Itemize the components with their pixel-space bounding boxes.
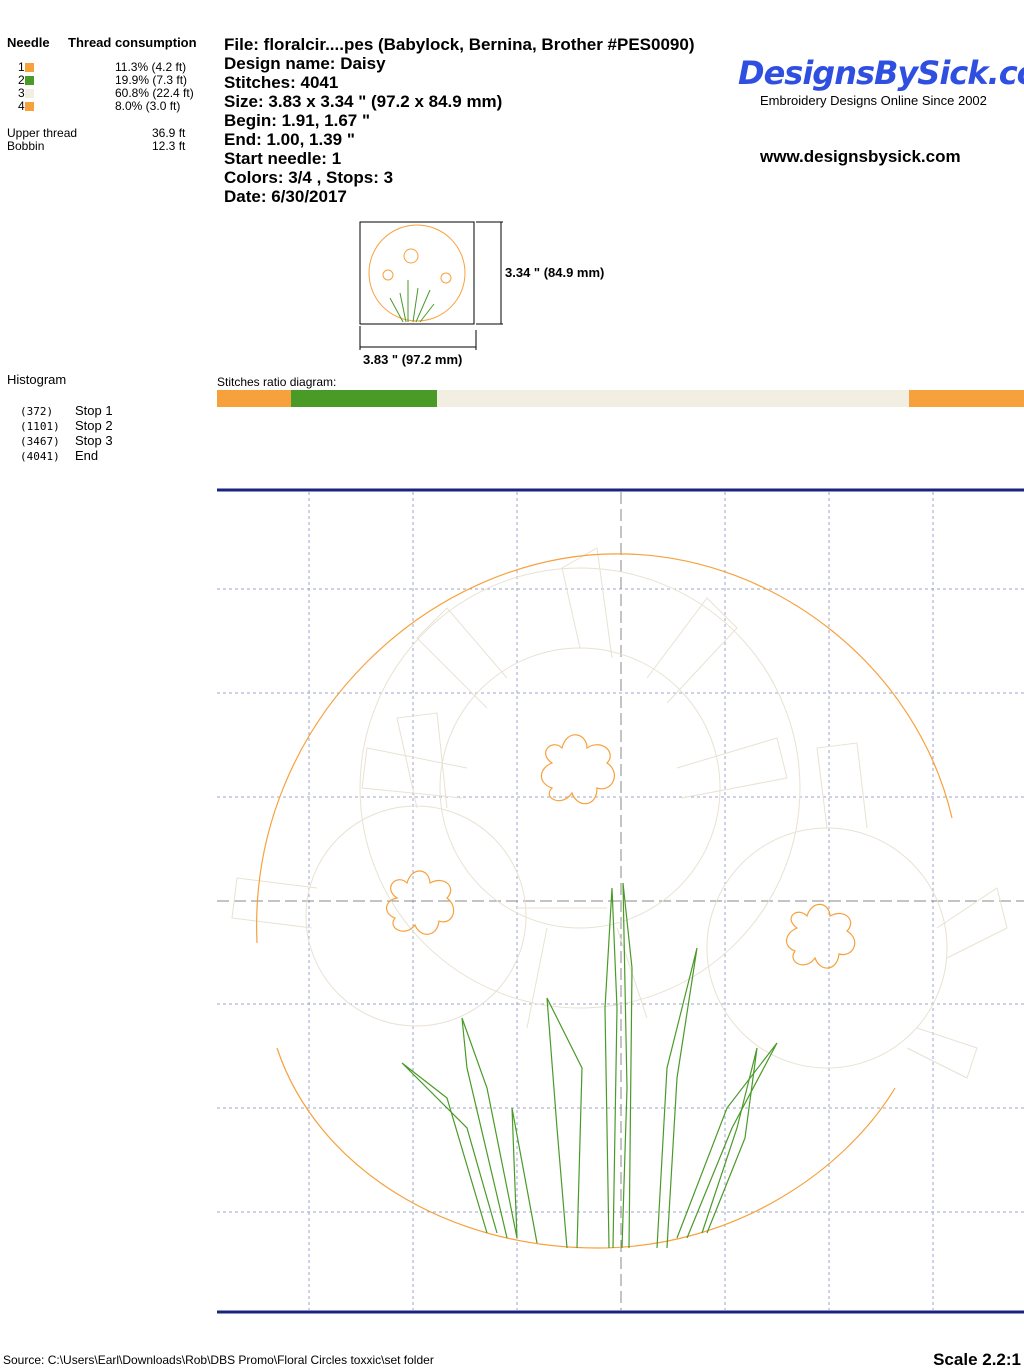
- needle-row: 4 8.0% (3.0 ft): [18, 99, 181, 113]
- brand-logo: DesignsBySick.com: [738, 54, 1024, 92]
- stitches-ratio-bar: [217, 390, 1024, 407]
- width-dimension: 3.83 " (97.2 mm): [363, 352, 463, 367]
- brand-tagline: Embroidery Designs Online Since 2002: [760, 93, 987, 108]
- ratio-segment-3: [437, 390, 909, 407]
- scale-label: Scale 2.2:1: [933, 1350, 1021, 1369]
- start-needle: Start needle: 1: [224, 149, 342, 168]
- flower-center-right: [786, 903, 856, 969]
- histogram-row: (372) Stop 1: [20, 403, 113, 418]
- bobbin-label: Bobbin: [7, 139, 45, 153]
- design-size: Size: 3.83 x 3.34 " (97.2 x 84.9 mm): [224, 92, 503, 111]
- colors-stops: Colors: 3/4 , Stops: 3: [224, 168, 394, 187]
- brand-url[interactable]: www.designsbysick.com: [760, 147, 961, 167]
- needle-color-swatch: [24, 63, 34, 73]
- width-dimension-line: [359, 330, 477, 350]
- histogram-row: (4041) End: [20, 448, 99, 463]
- needle-color-swatch: [24, 89, 34, 99]
- flower-center-top: [540, 734, 615, 805]
- begin-position: Begin: 1.91, 1.67 ": [224, 111, 371, 130]
- ratio-segment-1: [217, 390, 291, 407]
- thread-consumption-header: Thread consumption: [68, 35, 197, 50]
- histogram-row: (1101) Stop 2: [20, 418, 113, 433]
- design-info: File: floralcir....pes (Babylock, Bernin…: [224, 35, 695, 206]
- source-path: Source: C:\Users\Earl\Downloads\Rob\DBS …: [3, 1353, 434, 1367]
- needle-header: Needle: [7, 35, 50, 50]
- histogram-row: (3467) Stop 3: [20, 433, 113, 448]
- needle-color-swatch: [24, 76, 34, 86]
- end-position: End: 1.00, 1.39 ": [224, 130, 355, 149]
- histogram-title: Histogram: [7, 372, 67, 387]
- needle-color-swatch: [24, 102, 34, 112]
- design-preview: [217, 488, 1024, 1314]
- file-name: File: floralcir....pes (Babylock, Bernin…: [224, 35, 695, 54]
- design-date: Date: 6/30/2017: [224, 187, 347, 206]
- bobbin-value: 12.3 ft: [152, 139, 186, 153]
- center-crosshair: [217, 492, 1024, 1310]
- design-thumbnail: [359, 221, 503, 330]
- cream-petals: [231, 547, 1008, 1079]
- flower-center-left: [386, 870, 455, 935]
- needle-list: 1 11.3% (4.2 ft) 2 19.9% (7.3 ft) 3 60.8…: [18, 61, 218, 113]
- ratio-label: Stitches ratio diagram:: [217, 375, 337, 389]
- ratio-segment-2: [291, 390, 437, 407]
- ratio-segment-4: [909, 390, 1024, 407]
- histogram-list: (372) Stop 1 (1101) Stop 2 (3467) Stop 3…: [20, 403, 170, 463]
- design-name: Design name: Daisy: [224, 54, 386, 73]
- height-dimension: 3.34 " (84.9 mm): [505, 265, 605, 280]
- green-leaves: [401, 882, 778, 1249]
- stitch-count: Stitches: 4041: [224, 73, 339, 92]
